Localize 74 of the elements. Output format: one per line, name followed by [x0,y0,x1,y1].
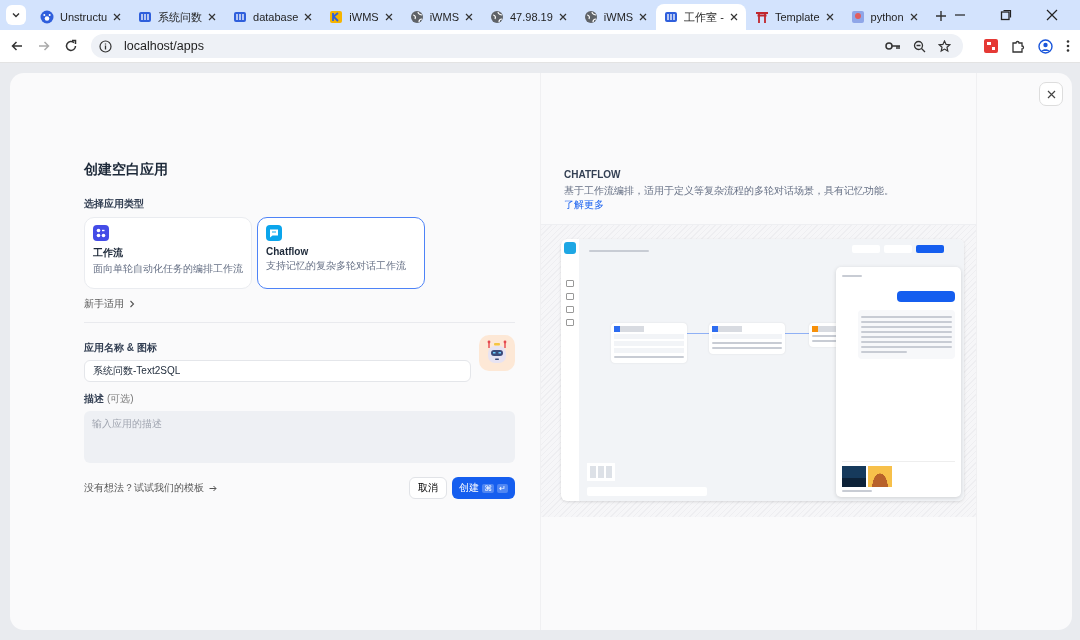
app-type-heading: CHATFLOW [564,169,622,180]
zoom-icon[interactable] [913,39,926,53]
dialog-title: 创建空白应用 [84,161,169,179]
chevron-down-icon [11,10,21,20]
browser-tab[interactable]: database [225,4,321,30]
grid-logo-icon [138,10,153,24]
close-icon[interactable] [208,13,217,21]
close-icon[interactable] [909,13,918,21]
extension-icon[interactable] [984,39,998,53]
close-icon[interactable] [1046,9,1058,21]
app-icon-picker[interactable] [479,335,515,371]
app-type-description: 面向单轮自动化任务的编排工作流 [93,262,243,276]
close-icon[interactable] [113,13,122,21]
back-icon[interactable] [10,39,24,53]
new-tab-icon[interactable] [934,10,947,22]
grid-logo-icon [233,10,248,24]
app-type-name: Chatflow [266,246,309,257]
arrow-right-icon [209,484,217,492]
app-type-description: 支持记忆的复杂多轮对话工作流 [266,259,406,273]
app-type-card[interactable]: 工作流 面向单轮自动化任务的编排工作流 [84,217,252,289]
menu-icon[interactable] [1066,39,1070,53]
reload-icon[interactable] [64,39,78,53]
address-field[interactable]: localhost/apps [91,34,963,58]
chat-icon [266,225,282,241]
workflow-icon [93,225,109,241]
close-icon[interactable] [465,13,473,21]
beginner-toggle[interactable]: 新手适用 [84,297,515,311]
description-field[interactable]: 输入应用的描述 [84,411,515,463]
gate-icon [754,10,769,24]
cancel-button[interactable]: 取消 [409,477,448,499]
template-link[interactable]: 没有想法？试试我们的模板 [84,481,217,495]
grid-logo-icon [664,10,679,24]
key-icon[interactable] [885,40,901,52]
globe-icon [490,10,504,24]
create-button[interactable]: 创建 ⌘ ↵ [452,477,515,499]
browser-tab[interactable]: 工作室 - [656,4,746,30]
tab-search-button[interactable] [6,5,26,25]
close-icon [1046,89,1056,99]
app-name-field[interactable]: 系统问数-Text2SQL [84,360,471,382]
app-type-card[interactable]: Chatflow 支持记忆的复杂多轮对话工作流 [257,217,425,289]
k-logo-icon [329,10,344,24]
globe-icon [583,10,598,24]
close-icon[interactable] [384,13,393,21]
learn-more-link[interactable]: 了解更多 [564,199,604,210]
field-label: 应用名称 & 图标 [84,341,158,355]
chevron-right-icon [129,300,135,308]
close-icon[interactable] [639,13,648,21]
restore-icon[interactable] [1000,9,1012,21]
optional-hint: (可选) [107,392,134,406]
close-button[interactable] [1039,82,1063,106]
paw-icon [40,10,54,24]
field-label: 描述 [84,392,104,406]
app-type-explanation: 基于工作流编排，适用于定义等复杂流程的多轮对话场景，具有记忆功能。 了解更多 [564,184,894,212]
browser-tab[interactable]: iWMS [575,4,656,30]
info-icon[interactable] [99,39,112,53]
close-icon[interactable] [825,13,834,21]
browser-tab[interactable]: Unstructu [32,4,130,30]
section-label: 选择应用类型 [84,197,145,211]
puzzle-icon[interactable] [1011,39,1025,53]
close-icon[interactable] [558,13,567,21]
browser-tab[interactable]: 47.98.19 [482,4,575,30]
browser-tab[interactable]: iWMS [321,4,401,30]
profile-icon[interactable] [1038,38,1053,54]
star-icon[interactable] [938,39,951,53]
close-icon[interactable] [304,13,313,21]
browser-tab[interactable]: 系统问数 [130,4,225,30]
robot-icon [485,340,509,366]
browser-tab[interactable]: Template [746,4,842,30]
close-icon[interactable] [729,13,738,21]
browser-tab[interactable]: python [842,4,926,30]
browser-tab[interactable]: iWMS [401,4,481,30]
image-icon [850,10,865,24]
app-type-name: 工作流 [93,246,123,260]
globe-icon [409,10,424,24]
